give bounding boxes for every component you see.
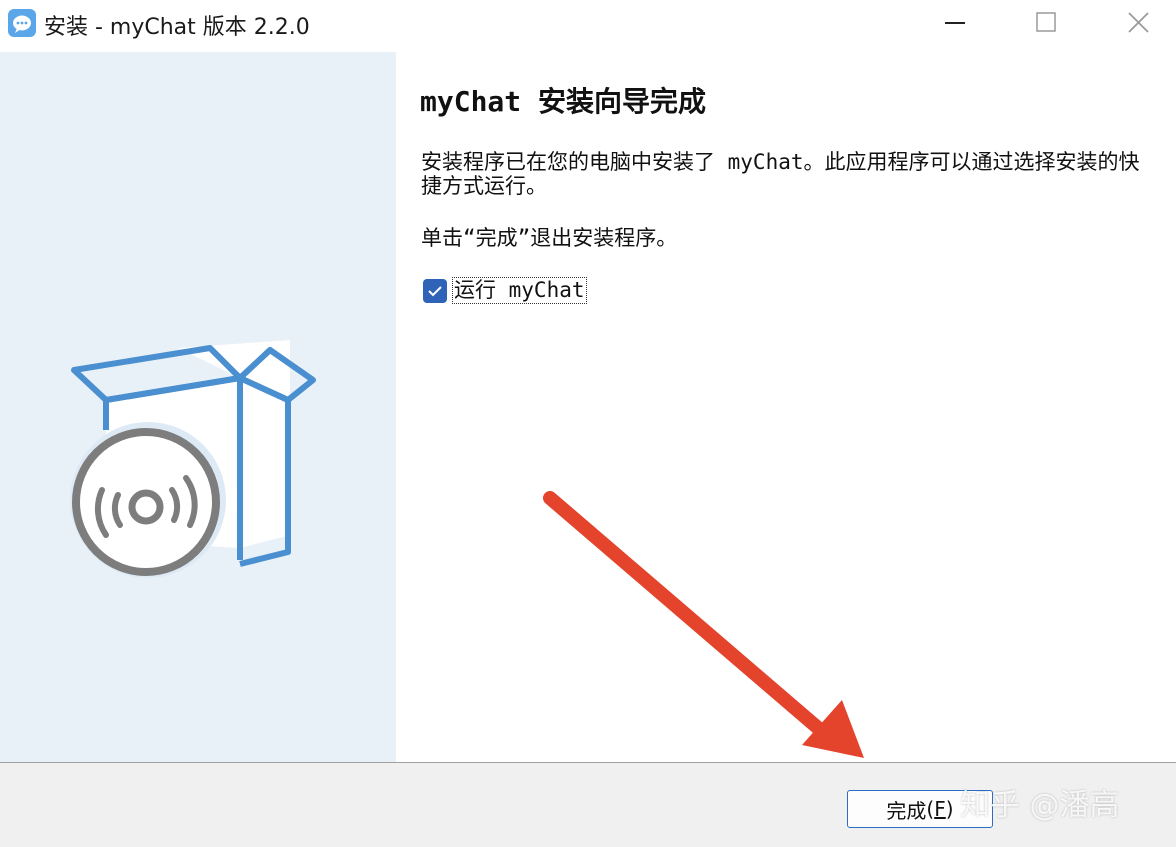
installer-box-disc-icon — [58, 330, 328, 584]
close-button[interactable] — [1116, 0, 1162, 46]
maximize-button[interactable] — [1023, 0, 1069, 46]
watermark: 知乎 @潘高 — [960, 788, 1120, 823]
finish-accel-open: ( — [926, 797, 935, 821]
mychat-app-icon — [7, 8, 37, 38]
finish-button-label: 完成 — [886, 798, 927, 823]
window-title: 安装 - myChat 版本 2.2.0 — [44, 15, 310, 40]
wizard-content: myChat 安装向导完成 安装程序已在您的电脑中安装了 myChat。此应用程… — [396, 52, 1176, 762]
page-title: myChat 安装向导完成 — [420, 85, 707, 118]
run-app-checkbox[interactable] — [423, 279, 447, 303]
maximize-icon — [1036, 12, 1056, 32]
close-icon — [1128, 12, 1149, 33]
finish-instruction: 单击“完成”退出安装程序。 — [421, 226, 678, 250]
title-bar: 安装 - myChat 版本 2.2.0 — [0, 0, 1176, 50]
finish-accel-key: F — [934, 797, 946, 821]
run-app-label[interactable]: 运行 myChat — [452, 277, 587, 304]
minimize-icon — [945, 22, 965, 24]
finish-accel-close: ) — [945, 797, 954, 821]
wizard-side-panel — [0, 52, 396, 762]
checkmark-icon — [428, 286, 442, 297]
completion-description: 安装程序已在您的电脑中安装了 myChat。此应用程序可以通过选择安装的快捷方式… — [421, 150, 1140, 198]
minimize-button[interactable] — [932, 0, 978, 46]
